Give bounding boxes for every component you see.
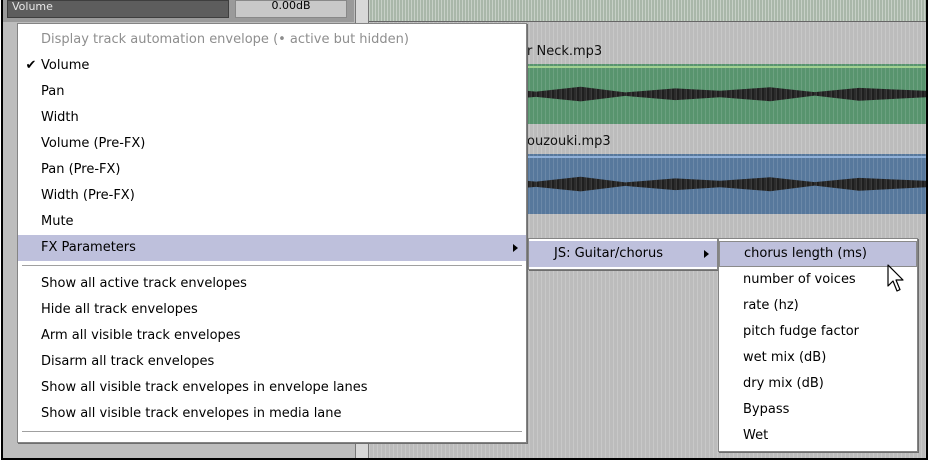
mouse-pointer-icon bbox=[887, 264, 904, 292]
menu-item-hide-all[interactable]: Hide all track envelopes bbox=[18, 297, 526, 323]
menu-item-label: Hide all track envelopes bbox=[41, 302, 198, 317]
menu-item-pan-pre-fx[interactable]: Pan (Pre-FX) bbox=[18, 157, 526, 183]
menu-item-volume[interactable]: ✔ Volume bbox=[18, 53, 526, 79]
menu-item-wet[interactable]: Wet bbox=[719, 423, 917, 449]
track-item-name: r Neck.mp3 bbox=[527, 44, 603, 59]
menu-item-mute[interactable]: Mute bbox=[18, 209, 526, 235]
checkmark-icon: ✔ bbox=[25, 58, 37, 73]
menu-item-label: Mute bbox=[41, 214, 74, 229]
menu-header: Display track automation envelope (• act… bbox=[41, 32, 409, 47]
menu-item-show-active[interactable]: Show all active track envelopes bbox=[18, 271, 526, 297]
menu-item-width-pre-fx[interactable]: Width (Pre-FX) bbox=[18, 183, 526, 209]
menu-item-show-in-lanes[interactable]: Show all visible track envelopes in enve… bbox=[18, 375, 526, 401]
fx-submenu: JS: Guitar/chorus bbox=[528, 238, 718, 270]
menu-item-volume-pre-fx[interactable]: Volume (Pre-FX) bbox=[18, 131, 526, 157]
menu-item-label: Width bbox=[41, 110, 79, 125]
menu-item-width[interactable]: Width bbox=[18, 105, 526, 131]
menu-item-fx-parameters[interactable]: FX Parameters bbox=[18, 235, 526, 261]
menu-separator bbox=[18, 427, 526, 437]
menu-item-wet-mix[interactable]: wet mix (dB) bbox=[719, 345, 917, 371]
menu-item-disarm-all[interactable]: Disarm all track envelopes bbox=[18, 349, 526, 375]
menu-item-pitch-fudge[interactable]: pitch fudge factor bbox=[719, 319, 917, 345]
menu-item-label: Show all visible track envelopes in medi… bbox=[41, 406, 342, 421]
menu-item-label: JS: Guitar/chorus bbox=[554, 246, 664, 261]
menu-item-pan[interactable]: Pan bbox=[18, 79, 526, 105]
menu-item-rate[interactable]: rate (hz) bbox=[719, 293, 917, 319]
envelope-context-menu: Display track automation envelope (• act… bbox=[17, 23, 527, 443]
menu-item-label: Pan bbox=[41, 84, 65, 99]
menu-item-show-in-media-lane[interactable]: Show all visible track envelopes in medi… bbox=[18, 401, 526, 427]
menu-item-js-guitar-chorus[interactable]: JS: Guitar/chorus bbox=[529, 241, 717, 267]
menu-item-arm-visible[interactable]: Arm all visible track envelopes bbox=[18, 323, 526, 349]
volume-slider[interactable]: Volume bbox=[7, 0, 229, 18]
menu-separator bbox=[18, 261, 526, 271]
media-item-top[interactable] bbox=[369, 0, 926, 22]
menu-item-bypass[interactable]: Bypass bbox=[719, 397, 917, 423]
submenu-arrow-icon bbox=[704, 250, 709, 258]
submenu-arrow-icon bbox=[513, 244, 518, 252]
menu-item-label: Width (Pre-FX) bbox=[41, 188, 135, 203]
menu-item-label: Disarm all track envelopes bbox=[41, 354, 215, 369]
track-volume-strip: Volume 0.00dB bbox=[3, 0, 354, 22]
menu-item-label: Show all active track envelopes bbox=[41, 276, 247, 291]
menu-item-label: Volume bbox=[41, 58, 90, 73]
menu-item-dry-mix[interactable]: dry mix (dB) bbox=[719, 371, 917, 397]
volume-value[interactable]: 0.00dB bbox=[235, 0, 347, 18]
menu-item-label: FX Parameters bbox=[41, 240, 136, 255]
menu-item-label: Pan (Pre-FX) bbox=[41, 162, 121, 177]
track-item-name: ouzouki.mp3 bbox=[527, 134, 611, 149]
menu-item-label: Volume (Pre-FX) bbox=[41, 136, 146, 151]
menu-item-label: Arm all visible track envelopes bbox=[41, 328, 241, 343]
menu-item-label: Show all visible track envelopes in enve… bbox=[41, 380, 368, 395]
